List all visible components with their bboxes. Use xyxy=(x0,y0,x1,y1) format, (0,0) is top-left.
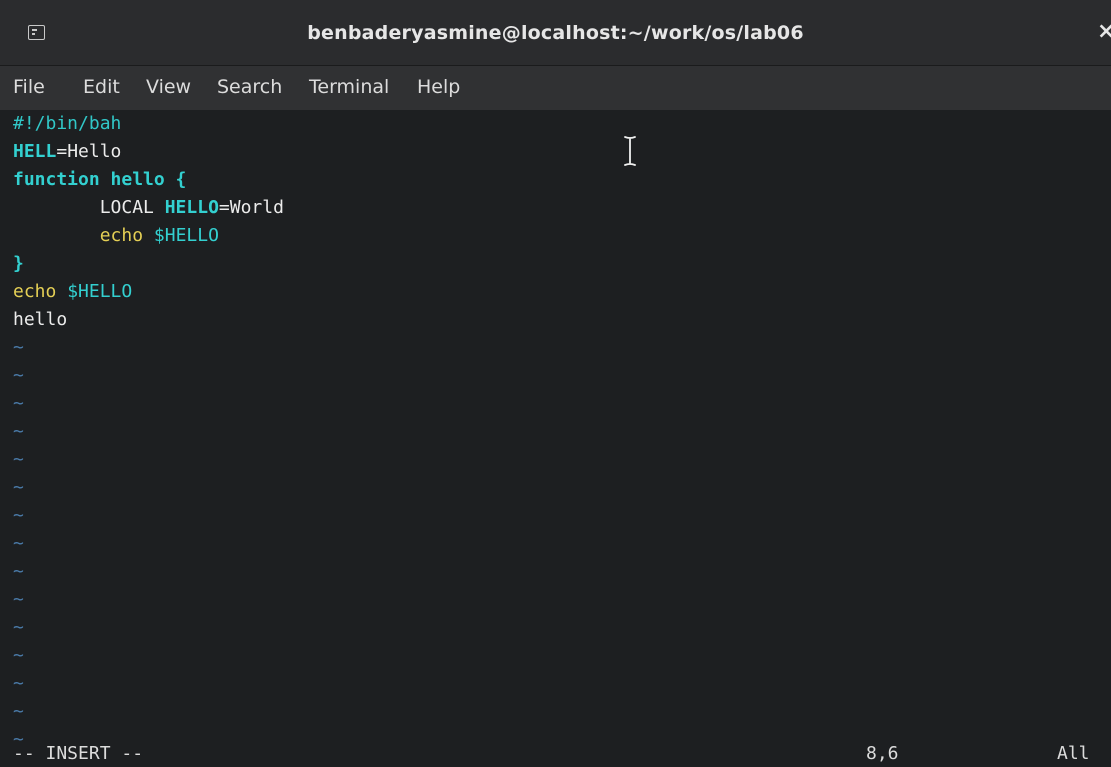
vim-status-line: -- INSERT -- 8,6 All xyxy=(0,741,1111,767)
empty-line-marker: ~ xyxy=(13,337,24,358)
menu-file[interactable]: File xyxy=(13,76,45,98)
code-token: #!/bin/bah xyxy=(13,113,122,134)
cursor-position: 8,6 xyxy=(866,743,899,764)
code-line[interactable]: echo $HELLO xyxy=(13,222,219,250)
text-cursor-icon xyxy=(623,136,637,166)
code-token: HELLO xyxy=(164,197,219,218)
empty-line-marker: ~ xyxy=(13,673,24,694)
code-token: echo xyxy=(13,281,68,302)
code-line[interactable]: #!/bin/bah xyxy=(13,110,121,138)
code-token: =Hello xyxy=(56,141,122,162)
empty-line-marker: ~ xyxy=(13,561,24,582)
menu-bar: File Edit View Search Terminal Help xyxy=(0,66,1111,110)
empty-line-marker: ~ xyxy=(13,701,24,722)
code-token: $HELLO xyxy=(153,225,219,246)
empty-line-marker: ~ xyxy=(13,617,24,638)
menu-search[interactable]: Search xyxy=(217,76,282,98)
empty-line-marker: ~ xyxy=(13,645,24,666)
close-icon[interactable]: × xyxy=(1097,20,1111,44)
menu-terminal[interactable]: Terminal xyxy=(309,76,389,98)
title-bar: benbaderyasmine@localhost:~/work/os/lab0… xyxy=(0,0,1111,66)
code-line[interactable]: HELL=Hello xyxy=(13,138,121,166)
code-line[interactable]: LOCAL HELLO=World xyxy=(13,194,284,222)
empty-line-marker: ~ xyxy=(13,589,24,610)
mode-indicator: -- INSERT -- xyxy=(13,743,144,764)
empty-line-marker: ~ xyxy=(13,449,24,470)
code-line[interactable]: } xyxy=(13,250,24,278)
code-token: HELL xyxy=(13,141,57,162)
code-token: =World xyxy=(218,197,284,218)
code-line[interactable]: hello xyxy=(13,306,67,334)
code-token: function hello { xyxy=(13,169,187,190)
empty-line-marker: ~ xyxy=(13,533,24,554)
code-token: } xyxy=(13,253,24,274)
code-line[interactable]: echo $HELLO xyxy=(13,278,132,306)
empty-line-marker: ~ xyxy=(13,365,24,386)
code-token: hello xyxy=(13,309,68,330)
code-token: echo xyxy=(13,225,154,246)
vim-editor[interactable]: #!/bin/bah HELL=Hello function hello { LOC… xyxy=(0,110,1111,750)
empty-line-marker: ~ xyxy=(13,393,24,414)
menu-help[interactable]: Help xyxy=(417,76,460,98)
code-token: LOCAL xyxy=(13,197,165,218)
menu-view[interactable]: View xyxy=(146,76,191,98)
code-token: $HELLO xyxy=(67,281,133,302)
menu-edit[interactable]: Edit xyxy=(83,76,120,98)
empty-line-marker: ~ xyxy=(13,477,24,498)
scroll-indicator: All xyxy=(1057,743,1090,764)
empty-line-marker: ~ xyxy=(13,421,24,442)
code-line[interactable]: function hello { xyxy=(13,166,186,194)
window-title: benbaderyasmine@localhost:~/work/os/lab0… xyxy=(307,22,804,44)
empty-line-marker: ~ xyxy=(13,505,24,526)
